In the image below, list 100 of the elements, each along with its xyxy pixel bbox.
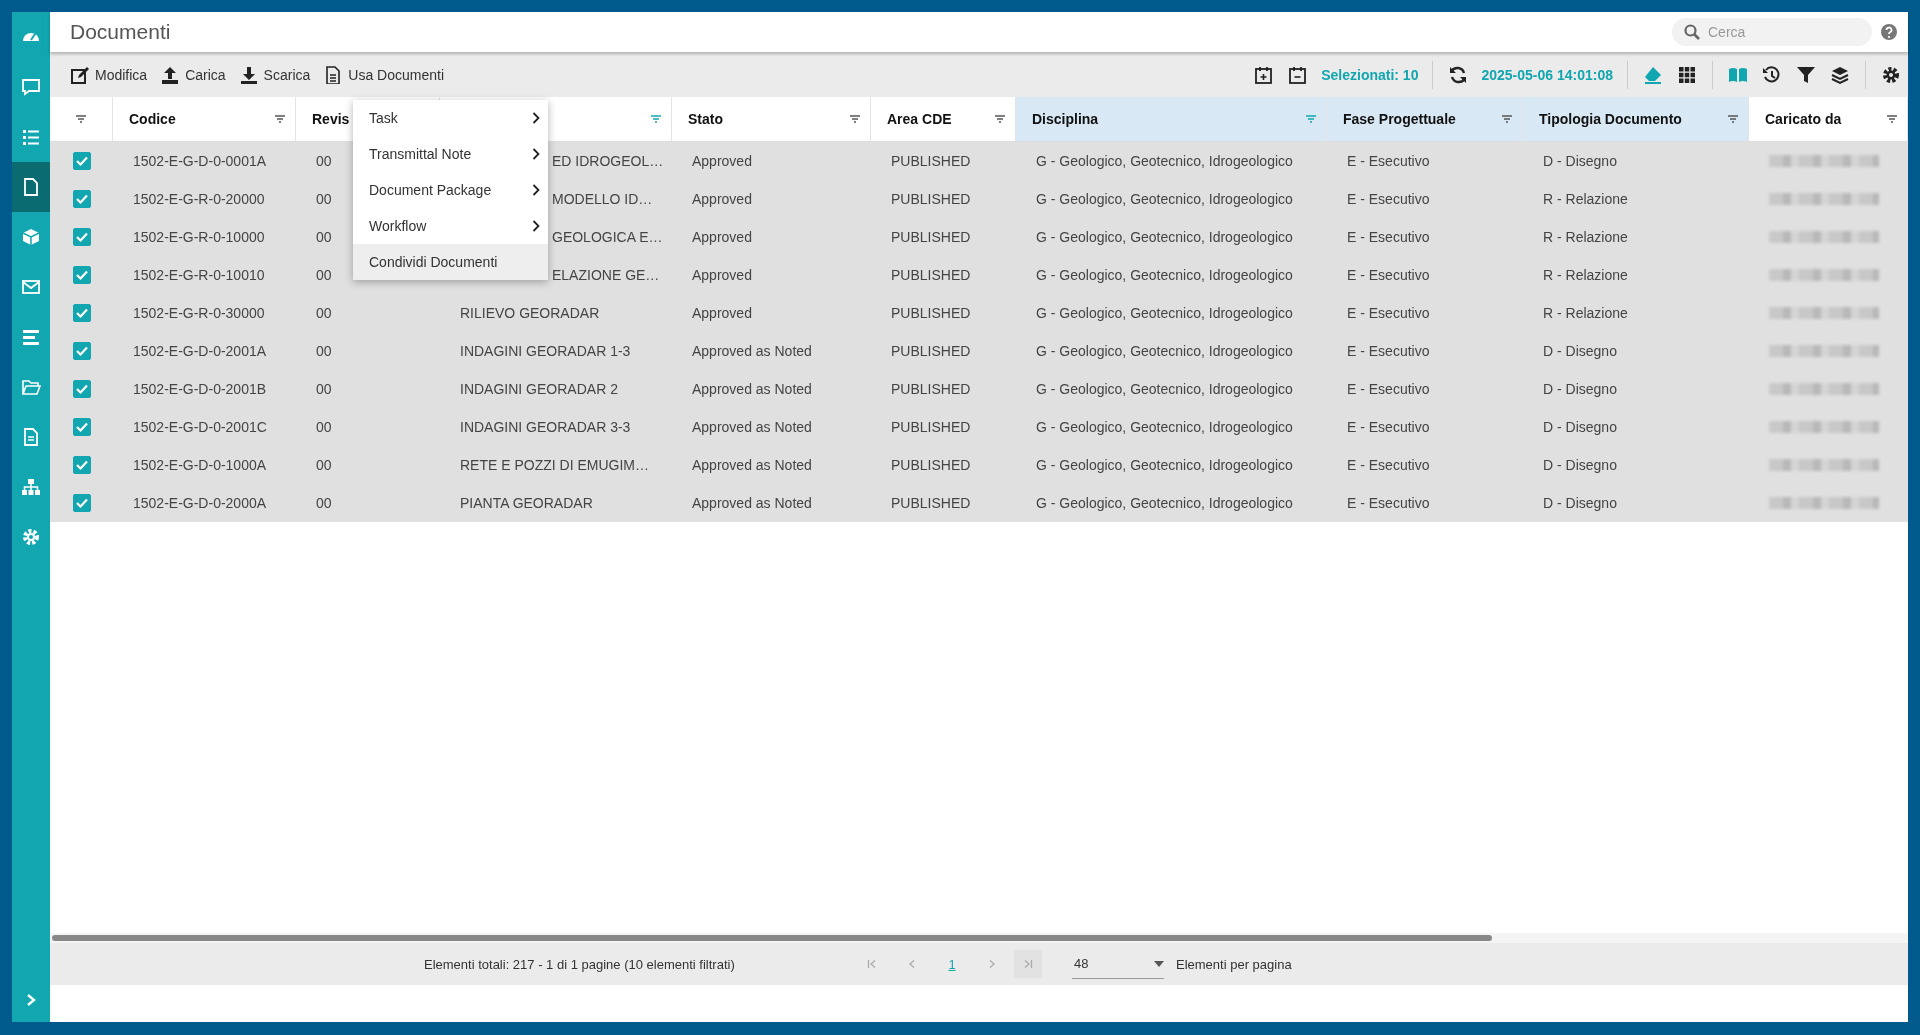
table-cell: G - Geologico, Geotecnico, Idrogeologico [1036, 305, 1293, 321]
header-label: Disciplina [1032, 111, 1099, 127]
table-cell: G - Geologico, Geotecnico, Idrogeologico [1036, 267, 1293, 283]
table-cell: PUBLISHED [891, 191, 971, 207]
table-cell: G - Geologico, Geotecnico, Idrogeologico [1036, 229, 1293, 245]
table-cell: G - Geologico, Geotecnico, Idrogeologico [1036, 381, 1293, 397]
table-cell: ELAZIONE GE… [552, 267, 660, 283]
checkbox[interactable] [72, 494, 91, 512]
search-field[interactable]: Cerca [1672, 18, 1872, 46]
table-cell: D - Disegno [1543, 419, 1617, 435]
menu-item[interactable]: Task [353, 100, 548, 136]
table-cell: 00 [316, 305, 332, 321]
column-header[interactable]: Fase Progettuale [1327, 97, 1523, 142]
table-cell: G - Geologico, Geotecnico, Idrogeologico [1036, 153, 1293, 169]
filter-icon[interactable] [1796, 64, 1816, 85]
file-icon [324, 65, 343, 84]
table-cell: 00 [316, 381, 332, 397]
column-header[interactable]: Tipologia Documento [1523, 97, 1749, 142]
upload-icon [161, 65, 180, 84]
table-cell: RILIEVO GEORADAR [460, 305, 600, 321]
table-cell: 00 [316, 419, 332, 435]
first-page-icon [867, 959, 877, 969]
table-cell: Approved [692, 229, 752, 245]
table-cell: E - Esecutivo [1347, 191, 1430, 207]
layers-icon[interactable] [1830, 64, 1850, 85]
table-cell: Approved as Noted [692, 343, 812, 359]
scrollbar-thumb[interactable] [52, 935, 1492, 941]
table-cell: GEOLOGICA E… [552, 229, 663, 245]
check-icon [75, 422, 88, 432]
column-header[interactable]: Stato [672, 97, 871, 142]
column-header[interactable]: Caricato da [1749, 97, 1908, 142]
check-icon [75, 308, 88, 318]
check-icon [75, 270, 88, 280]
table-cell: D - Disegno [1543, 381, 1617, 397]
list-icon [21, 127, 41, 147]
table-cell: E - Esecutivo [1347, 495, 1430, 511]
table-cell: 1502-E-G-D-0-2001A [133, 343, 267, 359]
checkbox[interactable] [72, 190, 91, 208]
table-cell: Approved [692, 267, 752, 283]
column-header[interactable]: Disciplina [1016, 97, 1327, 142]
table-cell: 1502-E-G-D-0-2001B [133, 381, 267, 397]
table-cell: 1502-E-G-R-0-10000 [133, 229, 265, 245]
table-cell: 1502-E-G-D-0-1000A [133, 457, 267, 473]
toolbar-button[interactable]: Modifica [64, 59, 155, 90]
table-cell: Approved as Noted [692, 381, 812, 397]
history-icon[interactable] [1762, 64, 1782, 85]
download-icon [239, 65, 258, 84]
last-page-icon [1023, 959, 1033, 969]
table-cell: E - Esecutivo [1347, 305, 1430, 321]
table-cell: Approved [692, 153, 752, 169]
calendar-minus-icon[interactable] [1288, 64, 1309, 85]
menu-item[interactable]: Transmittal Note [353, 136, 548, 172]
settings-icon[interactable] [1881, 64, 1901, 85]
checkbox[interactable] [72, 266, 91, 284]
page-size-select[interactable]: 48 [1072, 949, 1164, 979]
table-cell: 1502-E-G-R-0-30000 [133, 305, 265, 321]
table-cell: PUBLISHED [891, 305, 971, 321]
sidebar-item[interactable] [12, 162, 50, 212]
table-cell: PUBLISHED [891, 343, 971, 359]
checkbox[interactable] [72, 380, 91, 398]
check-icon [75, 156, 88, 166]
table-cell: E - Esecutivo [1347, 153, 1430, 169]
checkbox[interactable] [72, 304, 91, 322]
table-cell: R - Relazione [1543, 267, 1628, 283]
table-cell: ED IDROGEOL… [552, 153, 664, 169]
toolbar-button[interactable]: Usa Documenti [317, 59, 451, 90]
table-cell: 1502-E-G-R-0-20000 [133, 191, 265, 207]
chevron-right-icon [532, 184, 540, 196]
checkbox[interactable] [72, 228, 91, 246]
menu-item[interactable]: Document Package [353, 172, 548, 208]
eraser-icon[interactable] [1643, 64, 1663, 85]
header-label: Stato [688, 111, 723, 127]
document-icon [21, 427, 41, 447]
sitemap-icon [21, 477, 41, 497]
column-header[interactable]: Codice [113, 97, 296, 142]
checkbox[interactable] [72, 456, 91, 474]
toolbar-button[interactable]: Carica [154, 59, 233, 90]
menu-item[interactable]: Workflow [353, 208, 548, 244]
grid-icon[interactable] [1677, 64, 1697, 85]
toolbar-button[interactable]: Scarica [232, 59, 318, 90]
table-cell: E - Esecutivo [1347, 229, 1430, 245]
calendar-plus-icon[interactable] [1254, 64, 1275, 85]
help-icon [1880, 23, 1898, 41]
table-cell: 1502-E-G-D-0-2000A [133, 495, 267, 511]
table-cell: E - Esecutivo [1347, 267, 1430, 283]
checkbox[interactable] [72, 152, 91, 170]
menu-item[interactable]: Condividi Documenti [353, 244, 548, 280]
header-label: Caricato da [1765, 111, 1842, 127]
header-label: Tipologia Documento [1539, 111, 1682, 127]
document-icon [21, 177, 41, 197]
table-cell: 1502-E-G-R-0-10010 [133, 267, 265, 283]
refresh-icon[interactable] [1448, 64, 1469, 85]
table-cell: PIANTA GEORADAR [460, 495, 593, 511]
checkbox[interactable] [72, 342, 91, 360]
edit-icon [71, 65, 89, 84]
column-header[interactable]: Area CDE [871, 97, 1016, 142]
table-cell: G - Geologico, Geotecnico, Idrogeologico [1036, 457, 1293, 473]
checkbox[interactable] [72, 418, 91, 436]
last-page-button[interactable] [1014, 950, 1042, 978]
table-cell: 00 [316, 153, 332, 169]
